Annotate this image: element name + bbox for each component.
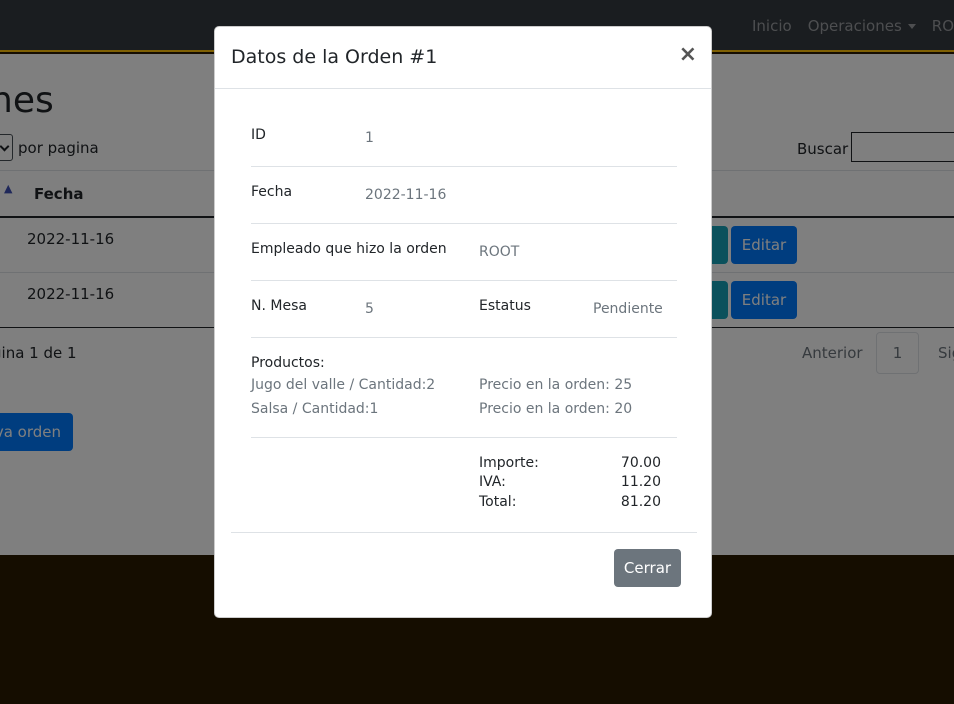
mesa-value: 5 (365, 301, 374, 317)
modal-title: Datos de la Orden #1 (231, 46, 438, 68)
divider (251, 166, 677, 167)
modal-footer-divider (231, 532, 697, 533)
modal-header: Datos de la Orden #1 × (215, 27, 711, 89)
iva-row: IVA: 11.20 (479, 474, 661, 490)
id-value: 1 (365, 130, 374, 146)
empleado-value: ROOT (479, 244, 520, 260)
total-row: Total: 81.20 (479, 494, 661, 510)
total-label: Total: (479, 494, 517, 510)
total-value: 81.20 (620, 494, 661, 510)
mesa-label: N. Mesa (251, 298, 307, 314)
product-item-name: Jugo del valle / Cantidad:2 (251, 377, 436, 393)
fecha-value: 2022-11-16 (365, 187, 447, 203)
order-details-modal: Datos de la Orden #1 × ID 1 Fecha 2022-1… (214, 26, 712, 618)
divider (251, 337, 677, 338)
divider (251, 223, 677, 224)
divider (251, 437, 677, 438)
importe-label: Importe: (479, 455, 539, 471)
estatus-value: Pendiente (593, 301, 663, 317)
productos-label: Productos: (251, 355, 325, 371)
id-label: ID (251, 127, 266, 143)
importe-row: Importe: 70.00 (479, 455, 661, 471)
divider (251, 280, 677, 281)
iva-value: 11.20 (620, 474, 661, 490)
importe-value: 70.00 (620, 455, 661, 471)
empleado-label: Empleado que hizo la orden (251, 241, 447, 257)
estatus-label: Estatus (479, 298, 531, 314)
iva-label: IVA: (479, 474, 506, 490)
fecha-label: Fecha (251, 184, 293, 200)
product-item-price: Precio en la orden: 25 (479, 377, 633, 393)
product-item-name: Salsa / Cantidad:1 (251, 401, 379, 417)
close-button[interactable]: Cerrar (614, 549, 681, 587)
product-item-price: Precio en la orden: 20 (479, 401, 633, 417)
close-icon[interactable]: × (679, 44, 697, 66)
